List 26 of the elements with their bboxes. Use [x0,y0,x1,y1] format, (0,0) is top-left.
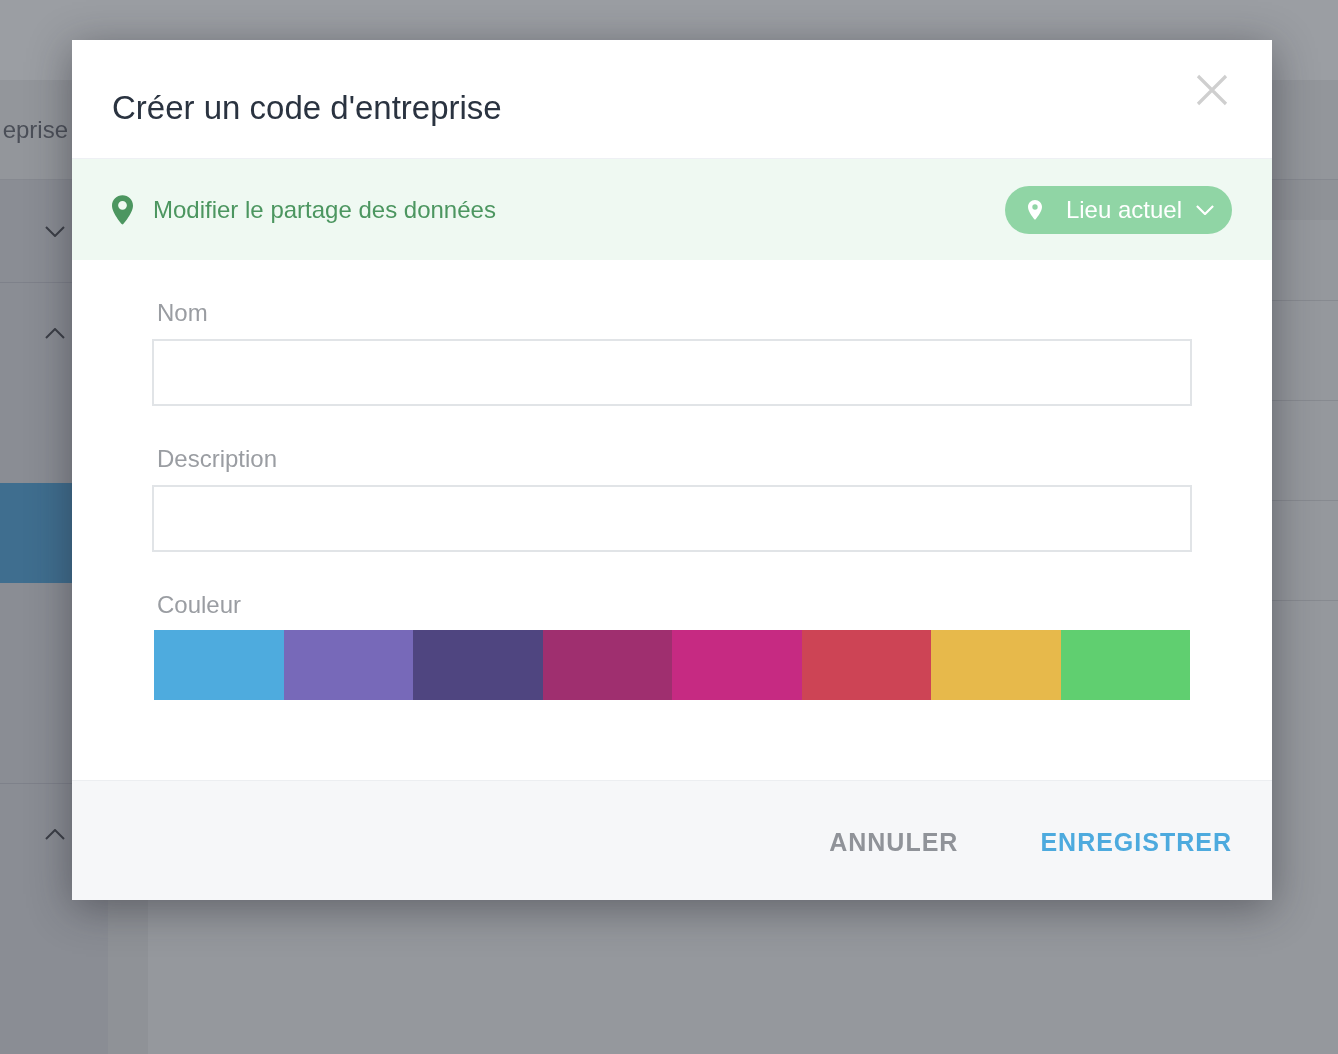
cancel-button[interactable]: ANNULER [829,822,959,861]
field-label: Nom [157,298,208,328]
color-swatch[interactable] [283,630,413,700]
input-field[interactable] [152,339,1192,406]
dialog-title: Créer un code d'entreprise [112,88,502,128]
color-swatch[interactable] [154,630,284,700]
banner-text: Modifier le partage des données [153,194,496,225]
color-swatch[interactable] [931,630,1061,700]
field-label: Description [157,444,278,474]
header-title: eprise [2,114,68,145]
color-swatch[interactable] [542,630,672,700]
map-pin-icon [112,194,133,225]
color-swatch[interactable] [1060,630,1190,700]
save-button[interactable]: ENREGISTRER [1040,822,1232,861]
chevron-down-icon [1196,204,1214,215]
field-label: Couleur [157,590,242,620]
color-swatch[interactable] [801,630,931,700]
color-swatch[interactable] [413,630,543,700]
chevron-up-icon[interactable] [45,327,65,339]
location-dropdown[interactable]: Lieu actuel [1004,185,1232,234]
chevron-up-icon[interactable] [45,828,65,840]
color-swatch[interactable] [672,630,802,700]
map-pin-icon [1027,199,1042,220]
input-field[interactable] [152,485,1192,552]
chevron-down-icon[interactable] [45,225,65,237]
close-icon[interactable] [1196,74,1228,106]
